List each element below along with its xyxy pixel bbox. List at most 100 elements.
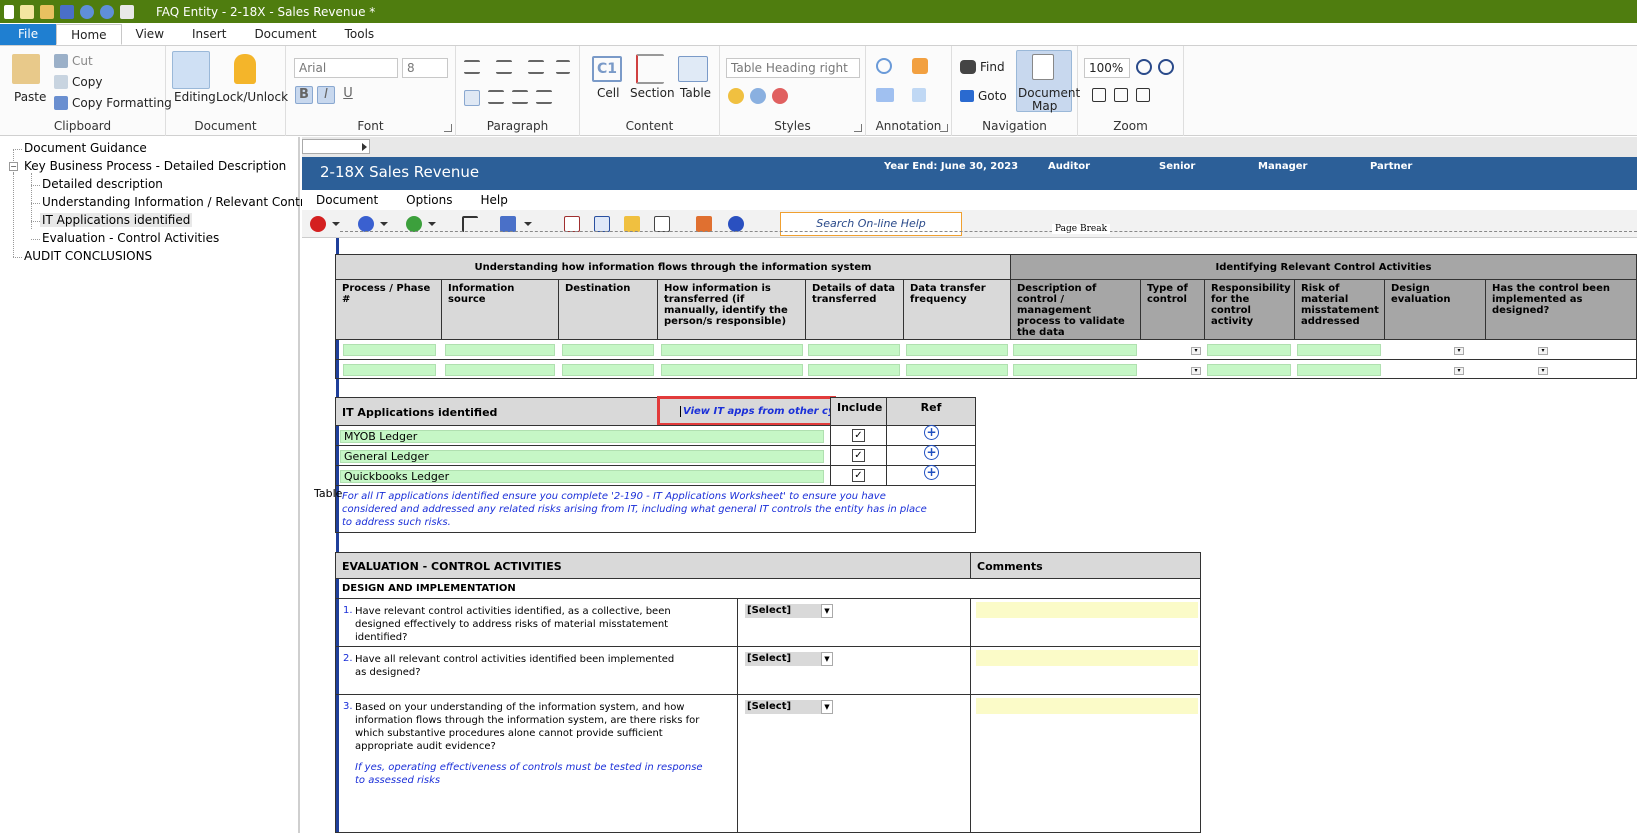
footnote-icon[interactable] bbox=[912, 88, 926, 102]
question-2-comment[interactable] bbox=[976, 650, 1198, 666]
tab-insert[interactable]: Insert bbox=[178, 24, 240, 45]
paste-icon[interactable] bbox=[12, 54, 40, 84]
flow-input-frequency[interactable] bbox=[906, 364, 1008, 376]
implemented-dropdown[interactable]: ▾ bbox=[1538, 347, 1548, 355]
flow-input-description[interactable] bbox=[1013, 364, 1137, 376]
goto-button[interactable]: Goto bbox=[978, 89, 1007, 103]
include-checkbox[interactable]: ✓ bbox=[852, 449, 865, 462]
ruler-icon[interactable] bbox=[462, 216, 478, 232]
cut-button[interactable]: Cut bbox=[72, 54, 93, 68]
zoom-out-icon[interactable] bbox=[1158, 59, 1174, 75]
editing-icon[interactable] bbox=[172, 51, 210, 89]
doc-menu-document[interactable]: Document bbox=[302, 190, 392, 210]
new-icon[interactable] bbox=[20, 4, 34, 19]
table-button[interactable]: Table bbox=[680, 86, 711, 100]
flow-input-destination[interactable] bbox=[562, 344, 654, 356]
editing-button[interactable]: Editing bbox=[174, 90, 216, 104]
tree-item-key-business-process[interactable]: Key Business Process - Detailed Descript… bbox=[24, 159, 286, 173]
layers-icon[interactable] bbox=[500, 216, 516, 232]
flow-input-details[interactable] bbox=[808, 344, 900, 356]
flow-input-process[interactable] bbox=[343, 364, 436, 376]
style-combo[interactable]: Table Heading right bbox=[726, 58, 860, 78]
add-ref-icon[interactable]: + bbox=[924, 445, 939, 460]
flow-input-source[interactable] bbox=[445, 344, 555, 356]
copy-formatting-icon[interactable] bbox=[54, 96, 68, 110]
tab-file[interactable]: File bbox=[0, 24, 57, 45]
home-icon[interactable] bbox=[696, 216, 712, 232]
auditor-signoff[interactable]: Auditor bbox=[1048, 161, 1090, 172]
cut-icon[interactable] bbox=[54, 54, 68, 68]
lock-unlock-button[interactable]: Lock/Unlock bbox=[216, 90, 288, 104]
tick-mark-icon[interactable] bbox=[912, 58, 928, 74]
zoom-in-icon[interactable] bbox=[1136, 59, 1152, 75]
flow-input-responsibility[interactable] bbox=[1207, 364, 1291, 376]
tree-item-evaluation[interactable]: Evaluation - Control Activities bbox=[42, 231, 219, 245]
record-icon[interactable] bbox=[358, 216, 374, 232]
question-3-select[interactable]: [Select] ▼ bbox=[745, 700, 833, 714]
flow-input-destination[interactable] bbox=[562, 364, 654, 376]
question-1-comment[interactable] bbox=[976, 602, 1198, 618]
italic-button[interactable]: I bbox=[317, 86, 335, 104]
type-dropdown[interactable]: ▾ bbox=[1191, 367, 1201, 375]
align-right-icon[interactable] bbox=[512, 90, 528, 104]
reference-icon[interactable] bbox=[876, 88, 894, 102]
design-dropdown[interactable]: ▾ bbox=[1454, 347, 1464, 355]
cell-icon[interactable]: C1 bbox=[592, 56, 622, 82]
horizontal-scroll[interactable] bbox=[302, 139, 370, 154]
align-center-icon[interactable] bbox=[488, 90, 504, 104]
app-name-field[interactable]: General Ledger bbox=[340, 450, 824, 463]
fit-page-icon[interactable] bbox=[1136, 88, 1150, 102]
redo-icon[interactable] bbox=[100, 4, 114, 19]
flow-input-how[interactable] bbox=[661, 364, 803, 376]
lock-icon[interactable] bbox=[234, 54, 256, 84]
find-button[interactable]: Find bbox=[980, 60, 1005, 74]
print-preview-icon[interactable] bbox=[120, 4, 134, 19]
check-icon[interactable] bbox=[406, 216, 422, 232]
style-clear-icon[interactable] bbox=[772, 88, 788, 104]
highlight-icon[interactable] bbox=[876, 58, 892, 74]
search-online-help[interactable]: Search On-line Help bbox=[780, 212, 962, 236]
save-icon[interactable] bbox=[60, 4, 74, 19]
flow-input-risk[interactable] bbox=[1297, 364, 1381, 376]
chevron-down-icon[interactable] bbox=[428, 222, 436, 226]
justify-icon[interactable] bbox=[536, 90, 552, 104]
flow-input-process[interactable] bbox=[343, 344, 436, 356]
find-icon[interactable] bbox=[960, 60, 976, 74]
open-folder-icon[interactable] bbox=[40, 4, 54, 19]
dollar-icon[interactable] bbox=[594, 216, 610, 232]
tab-view[interactable]: View bbox=[122, 24, 178, 45]
checklist-icon[interactable] bbox=[654, 216, 670, 232]
type-dropdown[interactable]: ▾ bbox=[1191, 347, 1201, 355]
style-edit-icon[interactable] bbox=[750, 88, 766, 104]
app-name-field[interactable]: MYOB Ledger bbox=[340, 430, 824, 443]
tab-tools[interactable]: Tools bbox=[331, 24, 389, 45]
goto-icon[interactable] bbox=[960, 90, 974, 102]
chevron-down-icon[interactable]: ▼ bbox=[821, 652, 833, 666]
annotation-dialog-launcher[interactable] bbox=[940, 124, 948, 132]
doc-menu-help[interactable]: Help bbox=[466, 190, 521, 210]
copy-formatting-button[interactable]: Copy Formatting bbox=[72, 96, 172, 110]
doc-menu-options[interactable]: Options bbox=[392, 190, 466, 210]
whole-page-icon[interactable] bbox=[1114, 88, 1128, 102]
chevron-down-icon[interactable]: ▼ bbox=[821, 700, 833, 714]
bullets-icon[interactable] bbox=[464, 60, 480, 74]
include-checkbox[interactable]: ✓ bbox=[852, 429, 865, 442]
tab-document[interactable]: Document bbox=[240, 24, 330, 45]
star-icon[interactable] bbox=[624, 216, 640, 232]
cell-button[interactable]: Cell bbox=[597, 86, 619, 100]
font-name-combo[interactable]: Arial bbox=[294, 58, 398, 78]
section-icon[interactable] bbox=[636, 54, 664, 84]
flow-input-responsibility[interactable] bbox=[1207, 344, 1291, 356]
chevron-down-icon[interactable]: ▼ bbox=[821, 604, 833, 618]
partner-signoff[interactable]: Partner bbox=[1370, 161, 1412, 172]
style-apply-icon[interactable] bbox=[728, 88, 744, 104]
bold-button[interactable]: B bbox=[295, 86, 313, 104]
design-dropdown[interactable]: ▾ bbox=[1454, 367, 1464, 375]
tree-item-it-applications[interactable]: IT Applications identified bbox=[40, 213, 193, 227]
undo-icon[interactable] bbox=[80, 4, 94, 19]
error-icon[interactable] bbox=[310, 216, 326, 232]
include-checkbox[interactable]: ✓ bbox=[852, 469, 865, 482]
implemented-dropdown[interactable]: ▾ bbox=[1538, 367, 1548, 375]
flow-input-frequency[interactable] bbox=[906, 344, 1008, 356]
copy-button[interactable]: Copy bbox=[72, 75, 102, 89]
